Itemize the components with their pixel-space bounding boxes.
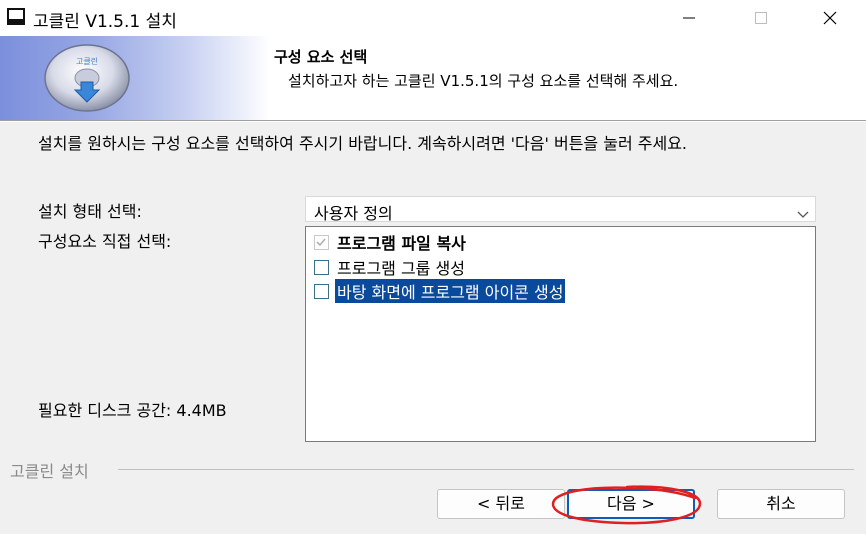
checkbox-desktop-icon[interactable]	[314, 283, 329, 299]
close-button[interactable]	[800, 0, 860, 36]
cancel-button[interactable]: 취소	[717, 489, 845, 519]
page-subtitle: 설치하고자 하는 고클린 V1.5.1의 구성 요소를 선택해 주세요.	[288, 72, 679, 90]
checkbox-program-group[interactable]	[314, 259, 329, 275]
chevron-down-icon	[797, 204, 809, 223]
header-banner: 고클린 구성 요소 선택 설치하고자 하는 고클린 V1.5.1의 구성 요소를…	[0, 36, 866, 120]
brand-label: 고클린 설치	[10, 462, 89, 481]
logo-text: 고클린	[76, 56, 98, 66]
footer-divider	[118, 469, 854, 470]
disk-space-label: 필요한 디스크 공간: 4.4MB	[38, 401, 227, 420]
component-item-copy-files[interactable]: 프로그램 파일 복사	[314, 231, 468, 253]
minimize-icon	[683, 12, 695, 24]
page-title: 구성 요소 선택	[274, 48, 368, 66]
instructions-text: 설치를 원하시는 구성 요소를 선택하여 주시기 바랍니다. 계속하시려면 '다…	[38, 134, 687, 153]
components-list[interactable]: 프로그램 파일 복사 프로그램 그룹 생성 바탕 화면에 프로그램 아이콘 생성	[305, 226, 816, 442]
header-gradient	[0, 36, 270, 120]
checkbox-copy-files	[314, 234, 329, 250]
component-label: 프로그램 파일 복사	[337, 234, 466, 253]
disk-download-icon: 고클린	[42, 42, 132, 114]
minimize-button[interactable]	[659, 0, 719, 36]
window-title: 고클린 V1.5.1 설치	[33, 12, 177, 32]
title-bar: 고클린 V1.5.1 설치	[0, 0, 866, 36]
install-type-dropdown[interactable]: 사용자 정의	[305, 196, 816, 223]
maximize-button	[731, 0, 791, 36]
component-item-program-group[interactable]: 프로그램 그룹 생성	[314, 256, 467, 278]
install-type-label: 설치 형태 선택:	[38, 202, 142, 221]
component-item-desktop-icon[interactable]: 바탕 화면에 프로그램 아이콘 생성	[314, 278, 567, 304]
maximize-icon	[755, 12, 767, 24]
close-icon	[823, 11, 837, 25]
install-type-value: 사용자 정의	[314, 204, 393, 223]
computer-icon	[6, 7, 26, 27]
back-button[interactable]: < 뒤로	[437, 489, 565, 519]
component-label: 바탕 화면에 프로그램 아이콘 생성	[333, 278, 567, 304]
header-divider-highlight	[0, 121, 866, 122]
next-button[interactable]: 다음 >	[567, 489, 695, 519]
component-label: 프로그램 그룹 생성	[337, 259, 465, 278]
components-label: 구성요소 직접 선택:	[38, 232, 172, 251]
